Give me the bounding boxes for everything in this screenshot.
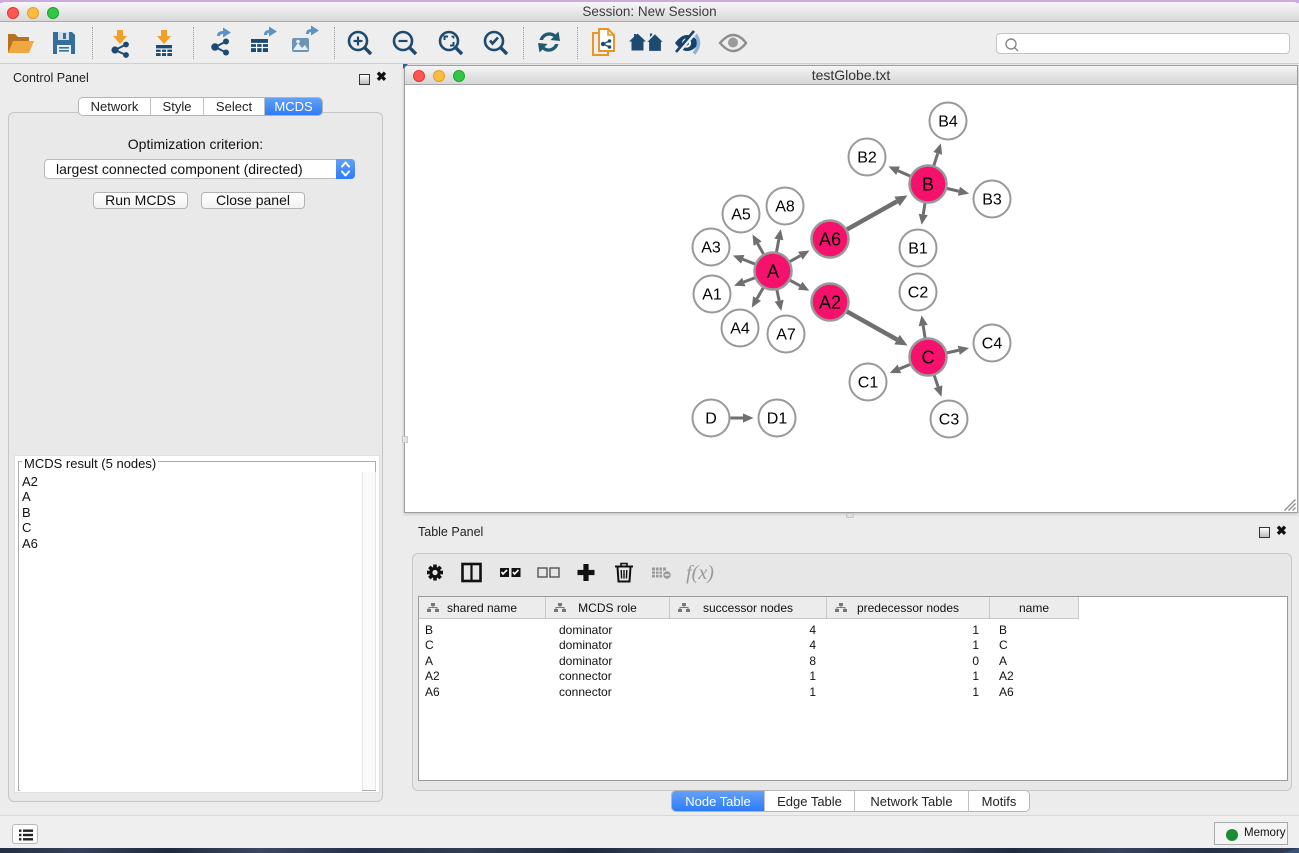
svg-text:A2: A2 — [819, 293, 841, 313]
svg-text:B1: B1 — [908, 241, 928, 258]
svg-text:A: A — [767, 262, 779, 282]
svg-text:f(x): f(x) — [686, 562, 714, 584]
svg-text:A4: A4 — [730, 321, 750, 338]
svg-text:C: C — [922, 348, 935, 368]
svg-text:B4: B4 — [938, 114, 958, 131]
svg-text:C2: C2 — [908, 285, 929, 302]
svg-text:A8: A8 — [775, 199, 795, 216]
svg-text:C3: C3 — [939, 412, 960, 429]
svg-text:A5: A5 — [731, 207, 751, 224]
svg-text:A6: A6 — [819, 230, 841, 250]
svg-text:A1: A1 — [702, 287, 722, 304]
svg-text:C4: C4 — [982, 336, 1003, 353]
svg-text:C1: C1 — [858, 375, 879, 392]
svg-text:A3: A3 — [701, 240, 721, 257]
svg-text:B2: B2 — [857, 150, 877, 167]
svg-text:B: B — [922, 175, 934, 195]
svg-text:D: D — [705, 411, 717, 428]
svg-text:D1: D1 — [767, 411, 788, 428]
svg-text:A7: A7 — [776, 327, 796, 344]
svg-text:B3: B3 — [982, 192, 1002, 209]
